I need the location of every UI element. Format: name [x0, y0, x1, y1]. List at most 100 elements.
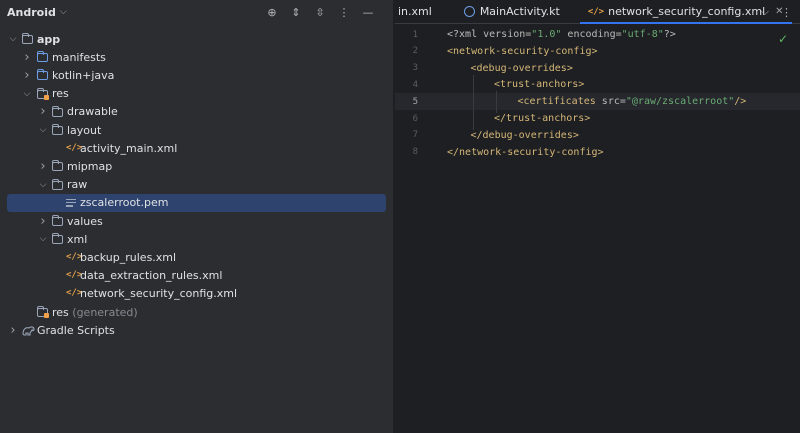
code-text: <?xml version="1.0" encoding="utf-8"?>	[447, 29, 676, 40]
locate-file-icon[interactable]: ⊕	[265, 6, 279, 19]
code-token: </network-security-config>	[447, 146, 604, 158]
code-token: <debug-overrides>	[470, 62, 573, 74]
res-folder-icon	[37, 87, 49, 100]
folder-icon	[37, 69, 48, 81]
code-line[interactable]: 2 <network-security-config>	[395, 43, 800, 60]
tree-item-label: Gradle Scripts	[37, 323, 115, 337]
folder-icon	[52, 233, 63, 245]
no-problems-check-icon[interactable]: ✓	[778, 32, 788, 46]
editor-area: in.xml MainActivity.kt </> network_secur…	[395, 0, 800, 433]
indent-guide	[496, 91, 497, 113]
options-icon[interactable]: ⋮	[337, 6, 351, 19]
tab-label: MainActivity.kt	[479, 5, 560, 18]
chevron-right-icon[interactable]: ›	[38, 214, 48, 229]
chevron-down-icon[interactable]: ⌵	[38, 234, 48, 244]
tree-item-label: mipmap	[67, 159, 113, 173]
tab-main-activity[interactable]: MainActivity.kt	[440, 0, 568, 23]
line-number: 4	[412, 79, 418, 90]
chevron-down-icon[interactable]: ⌵	[60, 7, 67, 17]
code-line[interactable]: 6 </trust-anchors>	[395, 110, 800, 127]
tree-item[interactable]: ⌵ app	[0, 30, 394, 48]
tree-item[interactable]: </> activity_main.xml	[0, 139, 394, 157]
tree-item[interactable]: </> data_extraction_rules.xml	[0, 267, 394, 285]
project-tool-window: Android ⌵ ⊕ ⇕ ⇳ ⋮ — ⌵ app › manifests › kotli…	[0, 0, 394, 433]
folder-icon	[37, 51, 48, 63]
hide-icon[interactable]: —	[361, 6, 375, 19]
kotlin-file-icon	[463, 6, 475, 17]
tree-item[interactable]: </> network_security_config.xml	[0, 285, 394, 303]
line-number: 1	[412, 29, 418, 40]
tree-item[interactable]: ⌵ res	[0, 85, 394, 103]
code-token: </trust-anchors>	[494, 113, 591, 124]
chevron-right-icon[interactable]: ›	[22, 50, 32, 65]
code-token: </debug-overrides>	[470, 129, 579, 141]
line-number: 6	[412, 113, 418, 124]
code-text: </debug-overrides>	[471, 130, 579, 141]
code-line[interactable]: 1 <?xml version="1.0" encoding="utf-8"?>	[395, 26, 800, 43]
tree-item[interactable]: › manifests	[0, 48, 394, 66]
folder-icon	[52, 215, 63, 226]
tree-item-label: manifests	[52, 50, 106, 64]
code-line[interactable]: 5 <certificates src="@raw/zscalerroot"/>	[395, 93, 800, 111]
code-token: <?xml	[447, 29, 484, 40]
expand-all-icon[interactable]: ⇕	[289, 6, 303, 19]
chevron-down-icon[interactable]: ⌵	[38, 125, 48, 135]
folder-icon	[52, 160, 63, 172]
code-token: encoding=	[561, 29, 622, 40]
tree-item-label: backup_rules.xml	[80, 250, 177, 264]
chevron-down-icon[interactable]: ⌵	[761, 5, 769, 19]
res-folder-icon	[37, 306, 49, 318]
folder-icon	[52, 124, 63, 135]
tab-tools: ⌵ ⋮	[761, 0, 792, 24]
code-token: src=	[601, 96, 626, 108]
tree-item[interactable]: </> backup_rules.xml	[0, 248, 394, 266]
code-token: <network-security-config>	[447, 45, 598, 57]
tab-label: network_security_config.xml	[608, 5, 766, 18]
chevron-down-icon[interactable]: ⌵	[8, 34, 18, 44]
editor-tab-bar: in.xml MainActivity.kt </> network_secur…	[395, 0, 800, 24]
tree-item-label: values	[67, 214, 103, 228]
chevron-right-icon[interactable]: ›	[38, 159, 48, 174]
tree-item-suffix: (generated)	[68, 305, 138, 319]
code-token: <trust-anchors>	[494, 79, 585, 91]
indent-guide	[472, 74, 474, 130]
tree-item[interactable]: › Gradle Scripts	[0, 321, 394, 339]
project-view-header: Android ⌵ ⊕ ⇕ ⇳ ⋮ —	[0, 0, 393, 24]
tree-item[interactable]: › mipmap	[0, 157, 394, 175]
project-view-selector[interactable]: Android	[7, 6, 56, 19]
tab-main-xml-partial[interactable]: in.xml	[395, 0, 440, 23]
chevron-down-icon[interactable]: ⌵	[38, 180, 48, 190]
code-line[interactable]: 3 <debug-overrides>	[395, 60, 800, 77]
tree-item[interactable]: ⌵ layout	[0, 121, 394, 139]
app-module-folder-icon	[22, 33, 33, 44]
tree-item-selected[interactable]: zscalerroot.pem	[7, 193, 386, 212]
line-number: 3	[412, 63, 418, 74]
tree-item[interactable]: › drawable	[0, 103, 394, 121]
code-token: ?>	[663, 29, 676, 40]
tree-item[interactable]: res (generated)	[0, 303, 394, 321]
tree-item[interactable]: › kotlin+java	[0, 66, 394, 84]
xml-file-icon: </>	[66, 251, 83, 262]
code-token: version=	[483, 29, 532, 40]
options-icon[interactable]: ⋮	[781, 6, 792, 19]
code-line[interactable]: 4 <trust-anchors>	[395, 76, 800, 93]
code-text: </trust-anchors>	[494, 113, 590, 124]
tree-item-label: xml	[67, 232, 88, 246]
line-number: 8	[412, 147, 418, 158]
chevron-down-icon[interactable]: ⌵	[22, 89, 32, 99]
tree-item-label: activity_main.xml	[80, 141, 178, 155]
project-toolbar: ⊕ ⇕ ⇳ ⋮ —	[265, 0, 375, 24]
chevron-right-icon[interactable]: ›	[8, 323, 18, 338]
tree-item[interactable]: ⌵ raw	[0, 176, 394, 194]
chevron-right-icon[interactable]: ›	[38, 104, 48, 119]
code-token: "1.0"	[531, 29, 562, 40]
xml-file-icon: </>	[66, 142, 83, 153]
code-line[interactable]: 8 </network-security-config>	[395, 144, 800, 161]
tree-item[interactable]: › values	[0, 212, 394, 230]
collapse-all-icon[interactable]: ⇳	[313, 6, 327, 19]
chevron-right-icon[interactable]: ›	[22, 68, 32, 83]
code-line[interactable]: 7 </debug-overrides>	[395, 127, 800, 144]
tree-item-label: network_security_config.xml	[80, 287, 238, 301]
code-text: <network-security-config>	[447, 46, 598, 57]
tree-item[interactable]: ⌵ xml	[0, 230, 394, 248]
